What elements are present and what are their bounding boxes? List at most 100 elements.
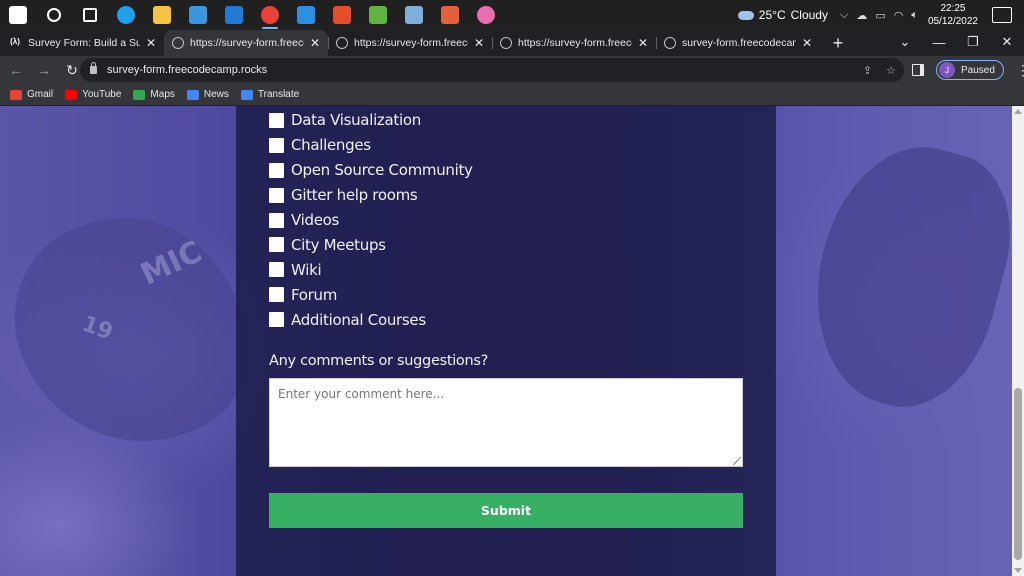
scrollbar-thumb[interactable] xyxy=(1014,388,1022,560)
page-viewport: MIC 19 Data Visualization Challenges Open … xyxy=(0,106,1024,576)
wifi-icon[interactable]: ◠ xyxy=(894,9,904,22)
checkbox-option[interactable]: Data Visualization xyxy=(269,108,473,133)
bookmark-maps[interactable]: Maps xyxy=(133,89,175,100)
close-tab-icon[interactable]: ✕ xyxy=(146,36,156,50)
browser-toolbar: ← → ↻ survey-form.freecodecamp.rocks ⇪ ☆… xyxy=(0,56,1024,84)
close-tab-icon[interactable]: ✕ xyxy=(638,36,648,50)
checkbox[interactable] xyxy=(269,162,284,178)
checkbox-option[interactable]: City Meetups xyxy=(269,232,473,257)
address-bar[interactable]: survey-form.freecodecamp.rocks ⇪ ☆ xyxy=(80,58,904,82)
checkbox[interactable] xyxy=(269,112,284,128)
microsoft-store-icon[interactable] xyxy=(180,0,216,30)
checkbox-option[interactable]: Open Source Community xyxy=(269,158,473,183)
checkbox-list: Data Visualization Challenges Open Source … xyxy=(269,108,473,332)
menu-icon[interactable]: ⋮ xyxy=(1016,62,1024,79)
checkbox[interactable] xyxy=(269,262,284,278)
checkbox-option[interactable]: Wiki xyxy=(269,257,473,282)
browser-tab[interactable]: survey-form.freecodecamp.ro ✕ xyxy=(656,30,820,56)
comments-textarea[interactable] xyxy=(269,378,743,467)
mail-icon[interactable] xyxy=(216,0,252,30)
forward-icon[interactable]: → xyxy=(32,62,56,78)
globe-icon xyxy=(664,37,676,49)
battery-icon[interactable]: ▭ xyxy=(875,9,885,22)
notepad-icon[interactable] xyxy=(396,0,432,30)
clock-date: 05/12/2022 xyxy=(927,16,978,27)
volume-icon[interactable]: 🔈︎ xyxy=(911,9,918,22)
gmail-icon xyxy=(10,89,22,100)
browser-tab[interactable]: https://survey-form.freecode ✕ xyxy=(164,30,328,56)
windows-taskbar: 25°C Cloudy ⌵ ☁ ▭ ◠ 🔈︎ 22:25 05/12/2022 xyxy=(0,0,1024,30)
submit-button[interactable]: Submit xyxy=(269,493,743,528)
globe-icon xyxy=(336,37,348,49)
search-icon[interactable] xyxy=(36,0,72,30)
close-window-button[interactable]: ✕ xyxy=(990,34,1024,50)
new-tab-button[interactable]: + xyxy=(824,30,852,56)
file-explorer-icon[interactable] xyxy=(144,0,180,30)
restore-button[interactable]: ❐ xyxy=(956,34,990,50)
back-icon[interactable]: ← xyxy=(4,62,28,78)
windows-start-icon[interactable] xyxy=(0,0,36,30)
bookmark-gmail[interactable]: Gmail xyxy=(10,89,53,100)
lock-icon[interactable] xyxy=(90,62,97,74)
vscode-icon-glyph xyxy=(297,6,315,24)
task-view-icon[interactable] xyxy=(72,0,108,30)
notification-icon[interactable] xyxy=(992,7,1012,23)
office-icon-glyph xyxy=(333,6,351,24)
bookmark-youtube[interactable]: YouTube xyxy=(65,89,121,100)
chevron-up-icon[interactable]: ⌵ xyxy=(840,9,848,22)
browser-tab[interactable]: (λ) Survey Form: Build a Survey F ✕ xyxy=(0,30,164,56)
green-app-icon[interactable] xyxy=(360,0,396,30)
weather-temp: 25°C xyxy=(758,8,786,22)
url-text: survey-form.freecodecamp.rocks xyxy=(107,64,268,76)
tab-search-icon[interactable]: ⌄ xyxy=(888,34,922,50)
checkbox[interactable] xyxy=(269,137,284,153)
tab-title: https://survey-form.freecode xyxy=(518,37,632,49)
side-panel-icon[interactable] xyxy=(912,64,924,76)
checkbox[interactable] xyxy=(269,187,284,203)
chrome-icon[interactable] xyxy=(252,0,288,30)
office-icon[interactable] xyxy=(324,0,360,30)
close-tab-icon[interactable]: ✕ xyxy=(474,36,484,50)
edge-icon[interactable] xyxy=(108,0,144,30)
vscode-icon[interactable] xyxy=(288,0,324,30)
checkbox-option[interactable]: Videos xyxy=(269,208,473,233)
bookmark-translate[interactable]: Translate xyxy=(240,89,299,100)
cloud-icon xyxy=(737,10,754,20)
system-tray: 25°C Cloudy ⌵ ☁ ▭ ◠ 🔈︎ 22:25 05/12/2022 xyxy=(737,0,1024,30)
translate-icon xyxy=(240,89,253,100)
clock[interactable]: 22:25 05/12/2022 xyxy=(928,2,978,28)
browser-tab[interactable]: https://survey-form.freecode ✕ xyxy=(328,30,492,56)
scroll-up-arrow-icon[interactable] xyxy=(1014,109,1022,114)
checkbox[interactable] xyxy=(269,212,284,228)
itunes-icon[interactable] xyxy=(468,0,504,30)
close-tab-icon[interactable]: ✕ xyxy=(802,36,812,50)
minimize-button[interactable]: — xyxy=(922,35,956,50)
checkbox-option[interactable]: Challenges xyxy=(269,133,473,158)
scroll-down-arrow-icon[interactable] xyxy=(1014,568,1022,573)
weather-widget[interactable]: 25°C Cloudy xyxy=(737,8,828,22)
windows-start-icon-glyph xyxy=(9,6,27,24)
tab-title: Survey Form: Build a Survey F xyxy=(28,37,140,49)
bookmark-label: Maps xyxy=(150,89,175,100)
resize-handle[interactable] xyxy=(733,457,741,465)
checkbox-option[interactable]: Additional Courses xyxy=(269,307,473,332)
share-icon[interactable]: ⇪ xyxy=(863,64,872,77)
checkbox[interactable] xyxy=(269,237,284,253)
page-scrollbar[interactable] xyxy=(1012,106,1024,576)
paint-3d-icon[interactable] xyxy=(432,0,468,30)
checkbox-option[interactable]: Forum xyxy=(269,282,473,307)
bookmark-news[interactable]: News xyxy=(186,89,229,100)
checkbox[interactable] xyxy=(269,287,284,303)
bookmark-star-icon[interactable]: ☆ xyxy=(886,64,896,77)
maps-icon xyxy=(133,89,146,100)
paint-3d-icon-glyph xyxy=(441,6,459,24)
onedrive-icon[interactable]: ☁ xyxy=(856,9,867,22)
microsoft-store-icon-glyph xyxy=(189,6,207,24)
checkbox[interactable] xyxy=(269,312,284,328)
profile-button[interactable]: J Paused xyxy=(936,60,1004,80)
close-tab-icon[interactable]: ✕ xyxy=(310,36,320,50)
checkbox-option[interactable]: Gitter help rooms xyxy=(269,183,473,208)
browser-tab[interactable]: https://survey-form.freecode ✕ xyxy=(492,30,656,56)
window-controls: ⌄ — ❐ ✕ xyxy=(888,30,1024,54)
taskbar-icons xyxy=(0,0,504,30)
